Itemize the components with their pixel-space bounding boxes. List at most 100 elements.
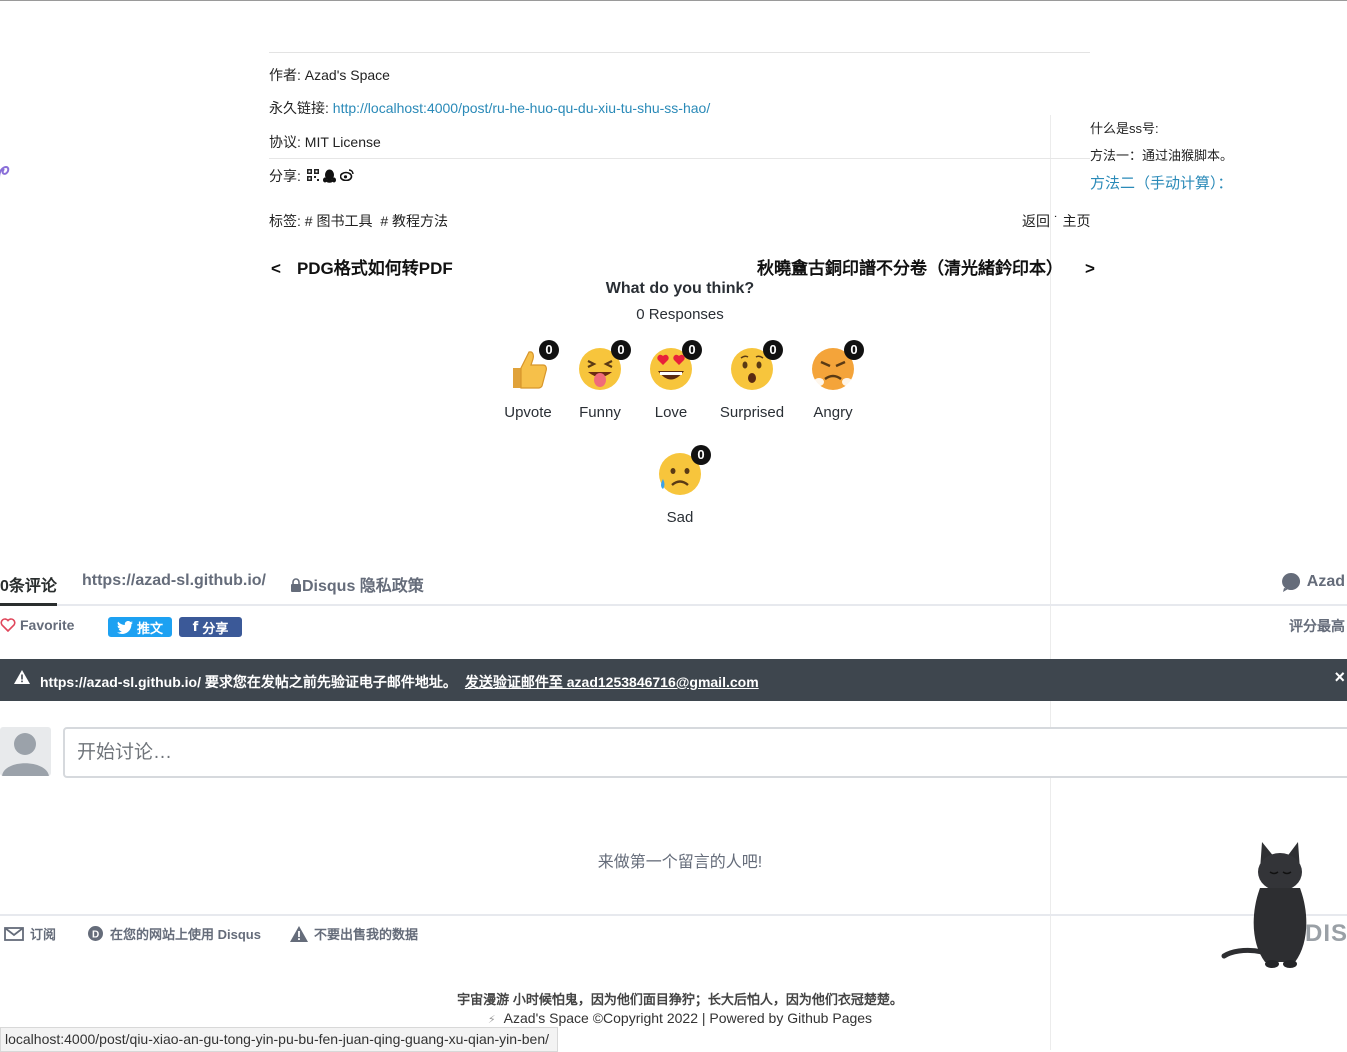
twitter-icon <box>116 620 133 634</box>
do-not-sell-link[interactable]: 不要出售我的数据 <box>290 924 418 943</box>
motto-text: 小时候怕鬼，因为他们面目狰狞；长大后怕人，因为他们衣冠楚楚。 <box>512 992 903 1007</box>
action-row: Favorite 推文 f 分享 评分最高 <box>0 615 1347 639</box>
cat-mascot[interactable] <box>1220 840 1335 970</box>
reactions-title: What do you think? <box>605 280 755 297</box>
toc-item-active[interactable]: 方法二（手动计算）： <box>1090 172 1233 193</box>
bolt-icon: ⚡ <box>487 1014 496 1026</box>
reaction-count-badge: 0 <box>682 340 702 360</box>
qq-icon[interactable] <box>322 169 336 183</box>
share-row: 分享: <box>269 166 354 186</box>
prev-arrow-icon: < <box>271 259 281 278</box>
status-bar-url: localhost:4000/post/qiu-xiao-an-gu-tong-… <box>0 1027 558 1052</box>
avatar[interactable] <box>0 727 51 776</box>
toc-item[interactable]: 方法一：通过油猴脚本。 <box>1090 145 1233 164</box>
permalink-link[interactable]: http://localhost:4000/post/ru-he-huo-qu-… <box>333 100 710 116</box>
do-not-sell-label: 不要出售我的数据 <box>314 927 419 942</box>
back-home-link[interactable]: 返回 ˙ 主页 <box>1022 211 1090 231</box>
disqus-d-icon: D <box>88 926 103 941</box>
facebook-share-label: 分享 <box>202 620 229 636</box>
author-row: 作者: Azad's Space <box>269 65 390 85</box>
favorite-label: Favorite <box>20 617 75 633</box>
top-border <box>0 0 1347 1</box>
weibo-icon[interactable] <box>339 169 354 183</box>
tags-label: 标签: <box>269 213 301 229</box>
license-value: MIT License <box>304 134 381 150</box>
subscribe-label: 订阅 <box>30 927 57 942</box>
reaction-label: Sad <box>666 509 694 526</box>
envelope-icon <box>4 926 24 941</box>
use-disqus-link[interactable]: D 在您的网站上使用 Disqus <box>87 924 261 943</box>
meta-divider <box>269 158 1090 159</box>
tab-privacy[interactable]: Disqus 隐私政策 <box>290 572 424 596</box>
reaction-label: Love <box>654 404 688 421</box>
tag-link[interactable]: # 教程方法 <box>380 213 448 229</box>
reaction-love[interactable]: 0 Love <box>626 340 716 421</box>
heart-eyes-icon: 0 <box>648 340 702 392</box>
disqus-footer-divider <box>0 914 1347 916</box>
table-of-contents: 什么是ss号: 方法一：通过油猴脚本。 方法二（手动计算）： <box>1090 118 1233 201</box>
tab-privacy-label: Disqus 隐私政策 <box>302 578 424 595</box>
warning-icon <box>14 670 30 684</box>
copyright: ⚡ Azad's Space ©Copyright 2022 | Powered … <box>0 1010 1347 1026</box>
reaction-label: Angry <box>813 404 853 421</box>
permalink-row: 永久链接: http://localhost:4000/post/ru-he-h… <box>269 98 710 118</box>
surprised-face-icon: 0 <box>729 340 783 392</box>
next-post-title: 秋曉盦古銅印譜不分卷（清光緒鈐印本） <box>757 259 1063 278</box>
license-label: 协议: <box>269 134 301 150</box>
empty-comments-message: 来做第一个留言的人吧! <box>597 854 763 871</box>
tags-row: 标签: # 图书工具 # 教程方法 <box>269 211 452 231</box>
facebook-icon: f <box>192 619 199 635</box>
reaction-surprised[interactable]: 0 Surprised <box>707 340 797 421</box>
verify-message: https://azad-sl.github.io/ 要求您在发帖之前先验证电子… <box>40 674 457 690</box>
warning-icon <box>290 925 308 942</box>
subscribe-link[interactable]: 订阅 <box>4 924 56 943</box>
close-alert-button[interactable]: × <box>1334 667 1345 688</box>
reaction-label: Surprised <box>719 404 785 421</box>
reactions-count: 0 Responses <box>636 306 724 323</box>
prev-post-title: PDG格式如何转PDF <box>296 259 453 278</box>
user-menu[interactable]: Azad <box>1281 572 1345 592</box>
comment-input-wrapper <box>63 727 1347 778</box>
permalink-label: 永久链接: <box>269 100 329 116</box>
prev-post-link[interactable]: < PDG格式如何转PDF <box>271 254 453 279</box>
svg-text:D: D <box>92 930 99 941</box>
reaction-sad[interactable]: 0 Sad <box>635 445 725 526</box>
tag-link[interactable]: # 图书工具 <box>305 213 373 229</box>
tweet-button[interactable]: 推文 <box>108 617 172 637</box>
comment-input[interactable] <box>65 729 1347 776</box>
angry-face-icon: 0 <box>810 340 864 392</box>
lock-icon <box>291 578 301 592</box>
author-label: 作者: <box>269 67 301 83</box>
share-label: 分享: <box>269 168 301 184</box>
site-motto: 宇宙漫游 小时候怕鬼，因为他们面目狰狞；长大后怕人，因为他们衣冠楚楚。 <box>0 989 1347 1008</box>
tweet-label: 推文 <box>136 620 163 636</box>
next-arrow-icon: > <box>1085 259 1095 278</box>
heart-icon <box>0 618 16 632</box>
facebook-share-button[interactable]: f 分享 <box>179 617 242 637</box>
reaction-count-badge: 0 <box>691 445 711 465</box>
use-disqus-label: 在您的网站上使用 Disqus <box>110 927 261 942</box>
license-row: 协议: MIT License <box>269 132 381 152</box>
verify-email-alert: https://azad-sl.github.io/ 要求您在发帖之前先验证电子… <box>0 659 1347 701</box>
motto-prefix: 宇宙漫游 <box>457 992 510 1007</box>
favorite-button[interactable]: Favorite <box>0 617 74 633</box>
author-name: Azad's Space <box>304 67 390 83</box>
send-verification-link[interactable]: 发送验证邮件至 azad1253846716@gmail.com <box>465 674 759 690</box>
reaction-count-badge: 0 <box>844 340 864 360</box>
meta-top-divider <box>269 52 1090 53</box>
tab-comments[interactable]: 0条评论 <box>0 572 57 606</box>
next-post-link[interactable]: 秋曉盦古銅印譜不分卷（清光緒鈐印本） > <box>757 254 1095 279</box>
reaction-angry[interactable]: 0 Angry <box>788 340 878 421</box>
disqus-nav: 0条评论 https://azad-sl.github.io/ Disqus 隐… <box>0 570 1347 606</box>
user-name: Azad <box>1306 573 1345 590</box>
speech-bubble-icon <box>1281 573 1300 592</box>
side-widget-icon[interactable] <box>0 160 12 182</box>
sort-dropdown[interactable]: 评分最高 <box>1289 616 1345 636</box>
copyright-text: Azad's Space ©Copyright 2022 | Powered b… <box>503 1010 873 1026</box>
sad-face-icon: 0 <box>657 445 711 497</box>
tab-site[interactable]: https://azad-sl.github.io/ <box>82 572 266 590</box>
tongue-face-icon: 0 <box>577 340 631 392</box>
thumbs-up-icon: 0 <box>505 340 559 392</box>
qrcode-icon[interactable] <box>306 169 319 183</box>
toc-item[interactable]: 什么是ss号: <box>1090 118 1233 137</box>
